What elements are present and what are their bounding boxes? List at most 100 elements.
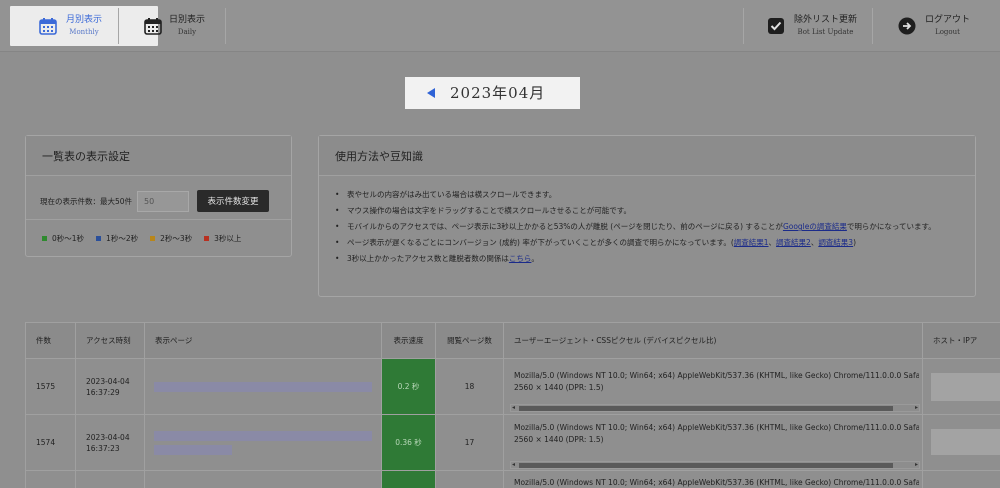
table-cell-speed: 0.2 秒 [382, 359, 436, 415]
table-cell-count: 1575 [26, 359, 76, 415]
prev-month-arrow-icon[interactable] [427, 88, 435, 98]
table-cell-views: 18 [436, 359, 504, 415]
table-cell-time: 2023-04-04 16:37:29 [76, 359, 145, 415]
scroll-left-icon[interactable]: ◂ [512, 404, 515, 411]
user-agent-string: Mozilla/5.0 (Windows NT 10.0; Win64; x64… [514, 478, 919, 487]
research-link-1[interactable]: 調査結果1 [734, 238, 769, 247]
display-settings-title: 一覧表の表示設定 [26, 136, 291, 176]
table-cell-user-agent: Mozilla/5.0 (Windows NT 10.0; Win64; x64… [504, 359, 923, 415]
tip-text: モバイルからのアクセスでは、ページ表示に3秒以上かかると53%の人が離脱 (ペー… [347, 222, 783, 231]
legend-item: 2秒〜3秒 [150, 233, 192, 244]
list-item: 表やセルの内容がはみ出ている場合は横スクロールできます。 [335, 188, 961, 201]
legend-swatch-green [42, 236, 47, 241]
usage-tips-title: 使用方法や豆知識 [319, 136, 975, 176]
table-cell-views [436, 471, 504, 488]
legend-swatch-red [204, 236, 210, 241]
tip-text: 3秒以上かかったアクセス数と離脱者数の関係は [347, 254, 509, 263]
nav-logout[interactable]: ログアウト Logout [897, 0, 970, 52]
table-cell-count [26, 471, 76, 488]
redacted-host [931, 373, 1000, 401]
nav-divider [118, 8, 119, 44]
table-cell-page [145, 359, 382, 415]
list-item: マウス操作の場合は文字をドラッグすることで横スクロールさせることが可能です。 [335, 204, 961, 217]
user-agent-string: Mozilla/5.0 (Windows NT 10.0; Win64; x64… [514, 371, 919, 380]
legend-label: 0秒〜1秒 [52, 234, 85, 243]
legend-swatch-orange [150, 236, 156, 241]
research-link-2[interactable]: 調査結果2 [776, 238, 811, 247]
redacted-page-url [154, 445, 232, 455]
table-cell-views: 17 [436, 415, 504, 471]
display-settings-panel: 一覧表の表示設定 現在の表示件数：最大50件 50 表示件数変更 0秒〜1秒 1… [25, 135, 292, 257]
top-nav: 月別表示 Monthly 日別表示 Daily 除外リスト更新 Bot List… [0, 0, 1000, 52]
tip-text: マウス操作の場合は文字をドラッグすることで横スクロールさせることが可能です。 [347, 206, 632, 215]
list-item: ページ表示が遅くなるごとにコンバージョン (成約) 率が下がっていくことが多くの… [335, 236, 961, 249]
current-month-label: 2023年04月 [450, 84, 546, 102]
nav-daily[interactable]: 日別表示 Daily [143, 0, 205, 52]
display-count-input[interactable]: 50 [137, 190, 190, 212]
nav-monthly-label: 月別表示 [66, 15, 103, 25]
access-clock: 16:37:29 [86, 387, 120, 397]
scrollbar-thumb[interactable] [519, 463, 893, 468]
redacted-page-url [154, 431, 372, 441]
nav-monthly-sub: Monthly [69, 28, 99, 36]
scroll-right-icon[interactable]: ▸ [915, 404, 918, 411]
nav-monthly[interactable]: 月別表示 Monthly [10, 6, 158, 46]
display-count-caption: 現在の表示件数：最大50件 [40, 196, 133, 206]
column-header-count: 件数 [26, 323, 76, 359]
access-table: 件数 アクセス時刻 表示ページ 表示速度 閲覧ページ数 ユーザーエージェント・C… [25, 322, 1000, 488]
nav-logout-label: ログアウト [925, 15, 971, 25]
logout-arrow-icon [897, 16, 917, 36]
tip-text: ) [853, 238, 857, 247]
nav-bot-list-label: 除外リスト更新 [794, 15, 858, 25]
table-cell-time [76, 471, 145, 488]
horizontal-scrollbar[interactable]: ◂ ▸ [510, 461, 920, 469]
nav-bot-list-update[interactable]: 除外リスト更新 Bot List Update [766, 0, 857, 52]
redacted-host [931, 429, 1000, 455]
tip-text: 表やセルの内容がはみ出ている場合は横スクロールできます。 [347, 190, 557, 199]
table-cell-page [145, 471, 382, 488]
speed-legend: 0秒〜1秒 1秒〜2秒 2秒〜3秒 3秒以上 [42, 233, 253, 244]
nav-daily-label: 日別表示 [169, 15, 206, 25]
divider [26, 219, 291, 220]
table-cell-page [145, 415, 382, 471]
separator: 、 [768, 238, 777, 247]
scroll-right-icon[interactable]: ▸ [915, 461, 918, 468]
google-research-link[interactable]: Googleの調査結果 [783, 222, 847, 231]
user-agent-string: Mozilla/5.0 (Windows NT 10.0; Win64; x64… [514, 423, 919, 432]
table-cell-host [923, 415, 1000, 471]
table-cell-time: 2023-04-04 16:37:23 [76, 415, 145, 471]
change-count-button[interactable]: 表示件数変更 [197, 190, 270, 212]
legend-swatch-blue [96, 236, 102, 241]
css-pixel-info: 2560 × 1440 (DPR: 1.5) [514, 383, 604, 392]
usage-tips-list: 表やセルの内容がはみ出ている場合は横スクロールできます。 マウス操作の場合は文字… [335, 188, 961, 268]
legend-label: 2秒〜3秒 [160, 234, 193, 243]
redacted-page-url [154, 382, 372, 392]
access-clock: 16:37:23 [86, 443, 120, 453]
usage-tips-panel: 使用方法や豆知識 表やセルの内容がはみ出ている場合は横スクロールできます。 マウ… [318, 135, 976, 297]
legend-item: 0秒〜1秒 [42, 233, 84, 244]
column-header-views: 閲覧ページ数 [436, 323, 504, 359]
research-link-3[interactable]: 調査結果3 [818, 238, 853, 247]
tip-text: ページ表示が遅くなるごとにコンバージョン (成約) 率が下がっていくことが多くの… [347, 238, 734, 247]
legend-item: 1秒〜2秒 [96, 233, 138, 244]
list-item: モバイルからのアクセスでは、ページ表示に3秒以上かかると53%の人が離脱 (ペー… [335, 220, 961, 233]
scrollbar-thumb[interactable] [519, 406, 893, 411]
horizontal-scrollbar[interactable]: ◂ ▸ [510, 404, 920, 412]
scroll-left-icon[interactable]: ◂ [512, 461, 515, 468]
table-cell-count: 1574 [26, 415, 76, 471]
table-cell-speed [382, 471, 436, 488]
nav-divider [225, 8, 226, 44]
calendar-icon [143, 16, 163, 36]
access-date: 2023-04-04 [86, 376, 130, 386]
access-date: 2023-04-04 [86, 432, 130, 442]
legend-item: 3秒以上 [204, 233, 241, 244]
column-header-page: 表示ページ [145, 323, 382, 359]
relation-link[interactable]: こちら [509, 254, 532, 263]
column-header-time: アクセス時刻 [76, 323, 145, 359]
table-cell-host [923, 359, 1000, 415]
column-header-host: ホスト・IPア [923, 323, 1000, 359]
checkbox-icon [766, 16, 786, 36]
column-header-user-agent: ユーザーエージェント・CSSピクセル (デバイスピクセル比) [504, 323, 923, 359]
nav-divider [743, 8, 744, 44]
css-pixel-info: 2560 × 1440 (DPR: 1.5) [514, 435, 604, 444]
